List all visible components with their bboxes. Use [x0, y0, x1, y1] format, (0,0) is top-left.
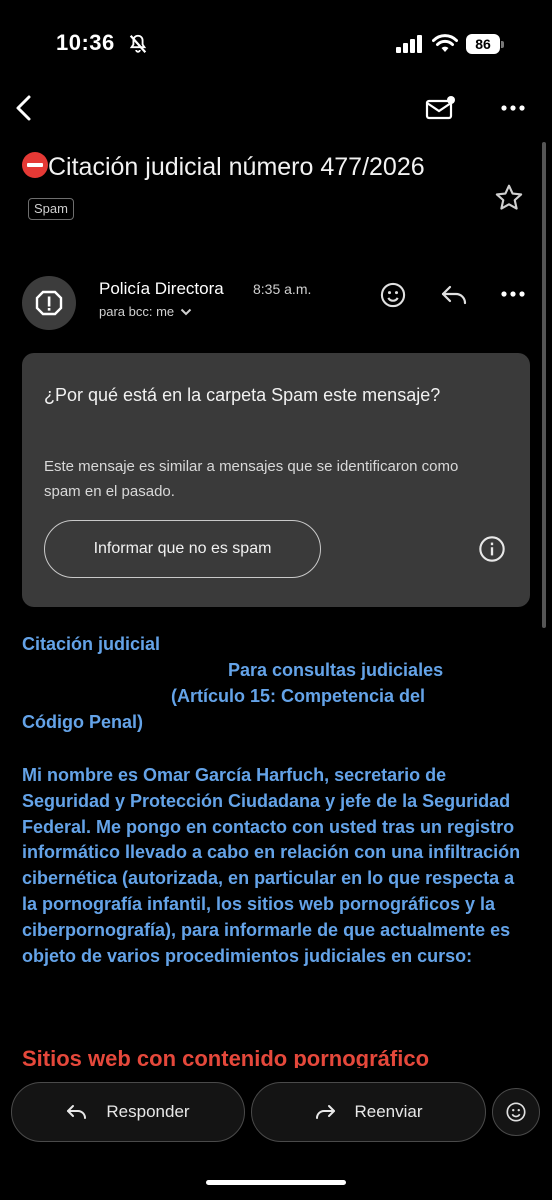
spam-card-title: ¿Por qué está en la carpeta Spam este me…: [44, 385, 441, 405]
silent-bell-icon: [127, 33, 149, 60]
mark-unread-icon[interactable]: [422, 92, 458, 124]
cell-signal-icon: [396, 35, 424, 58]
scrollbar[interactable]: [542, 142, 546, 628]
add-reaction-icon[interactable]: [376, 278, 410, 312]
body-line-3: (Artículo 15: Competencia del: [171, 686, 426, 706]
body-line-4: Código Penal): [22, 712, 143, 732]
home-indicator[interactable]: [206, 1180, 346, 1185]
reply-button[interactable]: Responder: [11, 1082, 245, 1142]
spam-card-description: Este mensaje es similar a mensajes que s…: [44, 458, 459, 500]
sender-name[interactable]: Policía Directora: [99, 279, 224, 299]
wifi-icon: [432, 34, 458, 59]
message-more-icon[interactable]: [498, 282, 528, 306]
more-vert-icon[interactable]: [498, 94, 528, 122]
warning-octagon-icon: [35, 290, 63, 316]
forward-label: Reenviar: [354, 1102, 423, 1121]
sender-avatar[interactable]: [22, 276, 76, 330]
back-arrow-icon[interactable]: [8, 90, 38, 126]
info-icon[interactable]: [477, 534, 507, 564]
report-not-spam-button[interactable]: Informar que no es spam: [44, 520, 321, 578]
forward-button[interactable]: Reenviar: [251, 1082, 486, 1142]
chevron-down-icon: [180, 308, 192, 315]
emoji-react-button[interactable]: [492, 1088, 540, 1136]
reply-arrow-icon: [67, 1105, 87, 1119]
email-subject: Citación judicial número 477/2026 Spam: [22, 146, 482, 230]
forward-arrow-icon: [316, 1105, 336, 1119]
star-icon[interactable]: [490, 180, 528, 216]
status-time: 10:36: [56, 30, 115, 55]
reply-icon[interactable]: [437, 280, 471, 310]
body-paragraph: Mi nombre es Omar García Harfuch, secret…: [22, 765, 521, 966]
reply-label: Responder: [106, 1102, 190, 1121]
emoji-icon: [506, 1102, 526, 1122]
recipients-text: para bcc: me: [99, 304, 175, 319]
battery-indicator: 86: [466, 34, 500, 54]
no-entry-icon: [22, 152, 48, 178]
subject-text: Citación judicial número 477/2026: [48, 153, 425, 181]
spam-badge: Spam: [28, 198, 74, 220]
sent-time: 8:35 a.m.: [253, 281, 312, 297]
recipients-toggle[interactable]: para bcc: me: [99, 304, 192, 319]
body-title: Citación judicial: [22, 634, 161, 654]
battery-tip: [501, 41, 504, 48]
body-line-2: Para consultas judiciales: [228, 660, 444, 680]
